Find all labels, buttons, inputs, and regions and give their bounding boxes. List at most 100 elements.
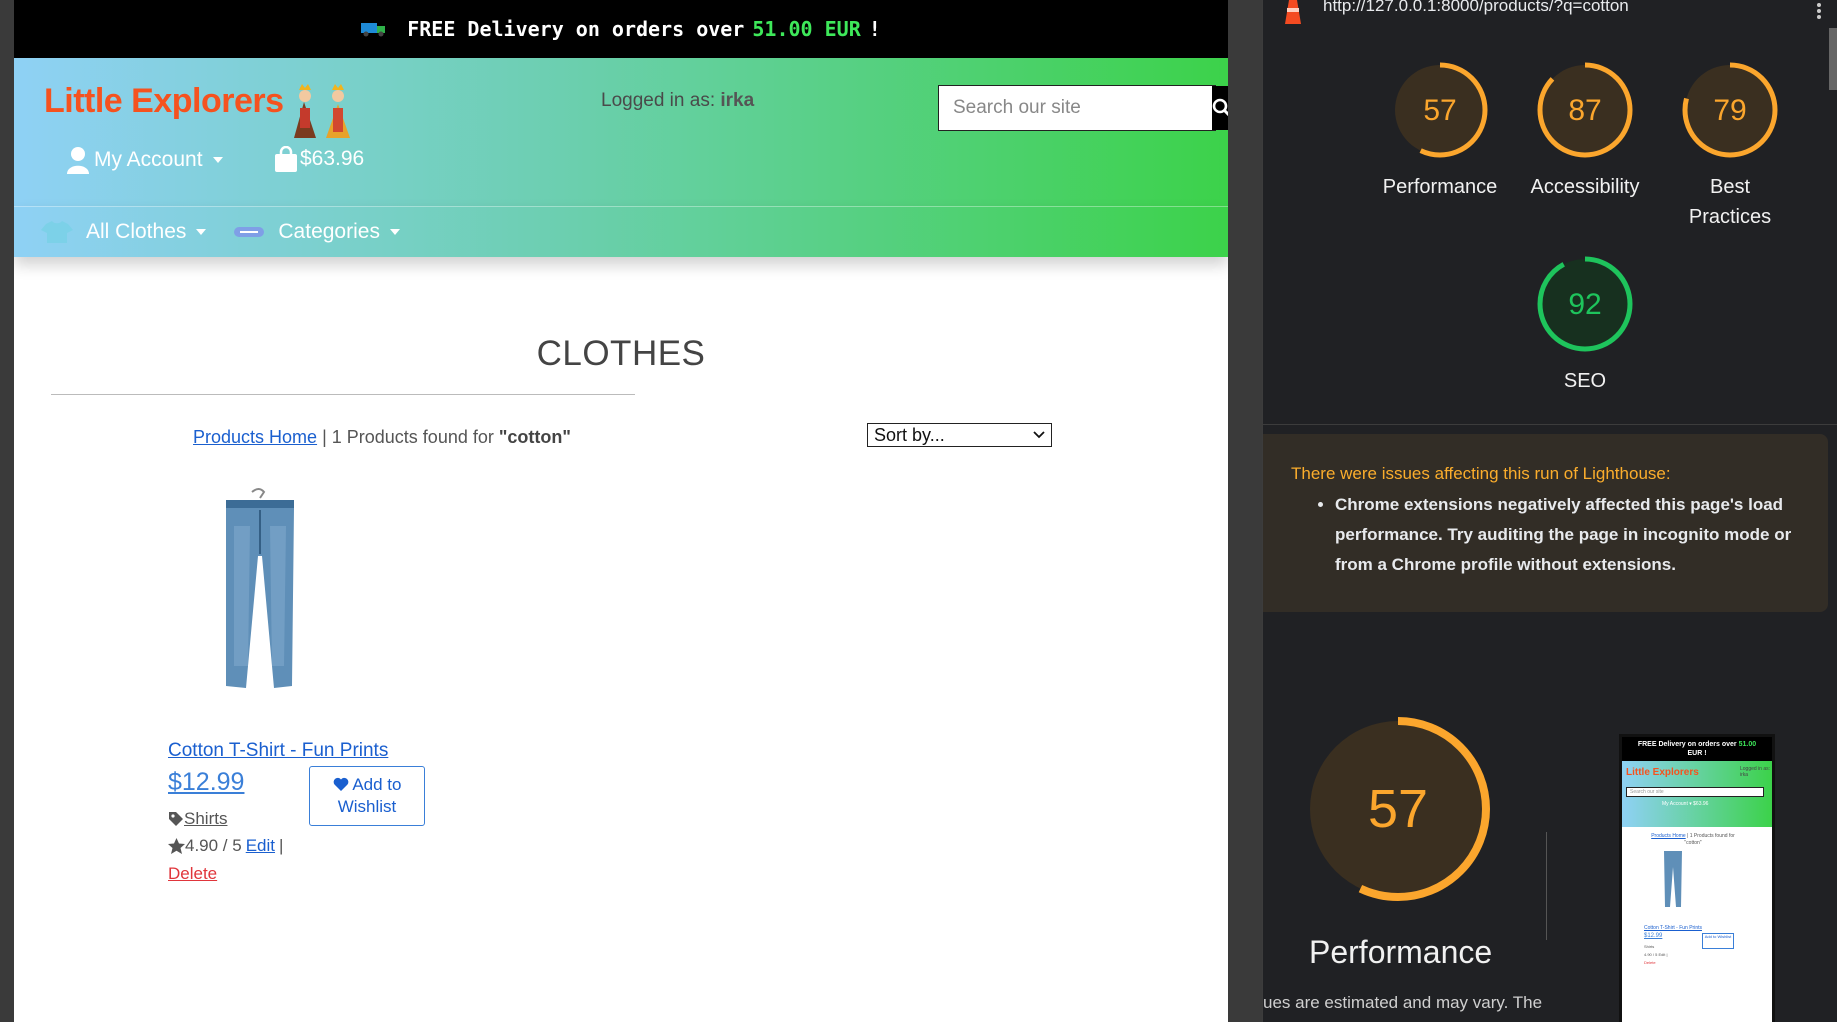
logged-in-username: irka xyxy=(720,90,755,111)
more-options-icon[interactable] xyxy=(1816,2,1822,20)
gauge-best-practices[interactable]: 79 Best Practices xyxy=(1660,60,1800,232)
thumb-rating: 4.90 / 5 Edit | xyxy=(1644,952,1668,957)
gauge-label-best-practices: Best Practices xyxy=(1660,172,1800,232)
gauge-label-accessibility: Accessibility xyxy=(1515,172,1655,202)
product-price[interactable]: $12.99 xyxy=(168,768,244,797)
website-viewport: FREE Delivery on orders over 51.00 EUR !… xyxy=(14,0,1228,1022)
tag-icon xyxy=(169,812,183,826)
royal-figures-icon xyxy=(294,84,350,138)
gauge-label-line: Performance xyxy=(1382,176,1498,198)
wishlist-row: Add to xyxy=(333,774,402,796)
free-delivery-banner: FREE Delivery on orders over 51.00 EUR ! xyxy=(14,0,1228,58)
gauge-performance[interactable]: 57 Performance xyxy=(1370,60,1510,202)
wishlist-line1: Add to xyxy=(352,775,402,794)
thumb-body: Products Home | 1 Products found for "co… xyxy=(1622,827,1772,1022)
gauge-label-performance: Performance xyxy=(1370,172,1510,202)
cart-total: $63.96 xyxy=(300,147,365,170)
score-ring-accessibility: 87 xyxy=(1537,62,1633,158)
thumb-logged-in: Logged in as: irka xyxy=(1740,766,1771,778)
thumb-promo-text: FREE Delivery on orders over xyxy=(1637,741,1737,748)
score-value-seo: 92 xyxy=(1568,288,1601,321)
promo-amount: 51.00 EUR xyxy=(752,17,861,41)
sort-select[interactable]: Sort by... xyxy=(867,423,1052,447)
warning-list: Chrome extensions negatively affected th… xyxy=(1313,490,1795,580)
thumb-product-name: Cotton T-Shirt - Fun Prints xyxy=(1644,925,1702,931)
score-value-performance: 57 xyxy=(1423,94,1456,127)
results-summary: Products Home | 1 Products found for "co… xyxy=(193,427,571,448)
sort-select-value: Sort by... xyxy=(874,424,945,445)
product-category[interactable]: Shirts xyxy=(168,809,227,829)
panel-divider xyxy=(1263,424,1837,425)
products-home-link[interactable]: Products Home xyxy=(193,427,317,447)
nav-all-clothes-label: All Clothes xyxy=(86,220,187,243)
thumb-promo-banner: FREE Delivery on orders over 51.00 EUR ! xyxy=(1622,737,1772,761)
shopping-bag-link[interactable]: $63.96 xyxy=(274,146,364,172)
nav-all-clothes[interactable]: All Clothes xyxy=(40,220,207,244)
logged-in-status: Logged in as: irka xyxy=(601,90,754,112)
search-query: "cotton" xyxy=(498,427,571,447)
results-count-text: | 1 Products found for xyxy=(322,427,494,447)
thumb-account: My Account ▾ $63.96 xyxy=(1662,801,1709,807)
logged-in-label: Logged in as: xyxy=(601,90,716,111)
lighthouse-warning-box: There were issues affecting this run of … xyxy=(1263,434,1828,612)
edit-product-link[interactable]: Edit xyxy=(246,836,275,856)
chevron-down-icon xyxy=(1033,431,1045,439)
nav-categories[interactable]: Categories xyxy=(232,220,400,244)
big-gauge-label: Performance xyxy=(1309,934,1493,970)
score-value-accessibility: 87 xyxy=(1568,94,1601,127)
nav-categories-label: Categories xyxy=(278,220,380,243)
estimated-values-note: ues are estimated and may vary. The xyxy=(1263,993,1543,1012)
lighthouse-panel: http://127.0.0.1:8000/products/?q=cotton… xyxy=(1262,0,1837,1022)
heart-icon xyxy=(333,777,348,791)
gauge-label-seo: SEO xyxy=(1515,366,1655,396)
search-button[interactable] xyxy=(1212,86,1228,130)
rating-value: 4.90 / 5 xyxy=(185,836,242,855)
site-header: Little Explorers Logged in as: irka Sear… xyxy=(14,58,1228,206)
delete-product-link[interactable]: Delete xyxy=(168,864,217,884)
tshirt-icon xyxy=(41,221,73,243)
section-separator xyxy=(1546,832,1547,940)
add-to-wishlist-button[interactable]: Add to Wishlist xyxy=(309,766,425,826)
rating-separator: | xyxy=(279,836,284,855)
chevron-down-icon xyxy=(196,229,207,235)
thumb-product-price: $12.99 xyxy=(1644,933,1663,939)
thumb-jeans-image xyxy=(1664,851,1682,907)
wishlist-line2: Wishlist xyxy=(337,797,397,816)
page-title: CLOTHES xyxy=(536,334,706,373)
score-value-best-practices: 79 xyxy=(1713,94,1746,127)
delivery-truck-icon xyxy=(361,23,386,37)
gauge-label-line: SEO xyxy=(1563,370,1607,392)
audited-url: http://127.0.0.1:8000/products/?q=cotton xyxy=(1323,0,1629,15)
product-name-link[interactable]: Cotton T-Shirt - Fun Prints xyxy=(168,740,388,762)
category-icon xyxy=(234,227,265,237)
thumb-promo-end: EUR ! xyxy=(1687,750,1707,757)
warning-title: There were issues affecting this run of … xyxy=(1291,464,1671,483)
thumb-delete: Delete xyxy=(1644,960,1656,965)
performance-big-gauge: 57 xyxy=(1306,717,1490,901)
thumb-results-text: | 1 Products found for "cotton" xyxy=(1684,833,1735,846)
chevron-down-icon xyxy=(212,157,223,163)
thumb-category: Shirts xyxy=(1644,944,1655,949)
thumb-wishlist: Add to Wishlist xyxy=(1702,933,1734,949)
thumb-promo-amount: 51.00 xyxy=(1738,741,1757,748)
thumb-brand: Little Explorers xyxy=(1626,767,1699,778)
my-account-label: My Account xyxy=(94,148,203,171)
gauge-seo[interactable]: 92 SEO xyxy=(1515,254,1655,396)
page-screenshot-thumbnail[interactable]: FREE Delivery on orders over 51.00 EUR !… xyxy=(1619,734,1775,1022)
product-image-jeans[interactable] xyxy=(204,486,314,701)
score-ring-performance: 57 xyxy=(1392,62,1488,158)
thumb-results: Products Home | 1 Products found for "co… xyxy=(1648,833,1738,847)
search-input[interactable] xyxy=(939,86,1212,130)
scrollbar-thumb[interactable] xyxy=(1829,28,1837,90)
search-icon xyxy=(1212,98,1228,117)
promo-suffix: ! xyxy=(868,17,881,41)
thumb-meta: Shirts 4.90 / 5 Edit | Delete xyxy=(1644,943,1668,967)
product-rating: 4.90 / 5 Edit | xyxy=(168,836,283,856)
thumb-results-link: Products Home xyxy=(1651,833,1686,839)
star-icon xyxy=(168,838,185,854)
gauge-label-line: Best xyxy=(1709,176,1751,198)
gauge-accessibility[interactable]: 87 Accessibility xyxy=(1515,60,1655,202)
user-icon xyxy=(67,147,89,174)
brand-logo[interactable]: Little Explorers xyxy=(44,82,284,121)
my-account-dropdown[interactable]: My Account xyxy=(66,146,223,174)
